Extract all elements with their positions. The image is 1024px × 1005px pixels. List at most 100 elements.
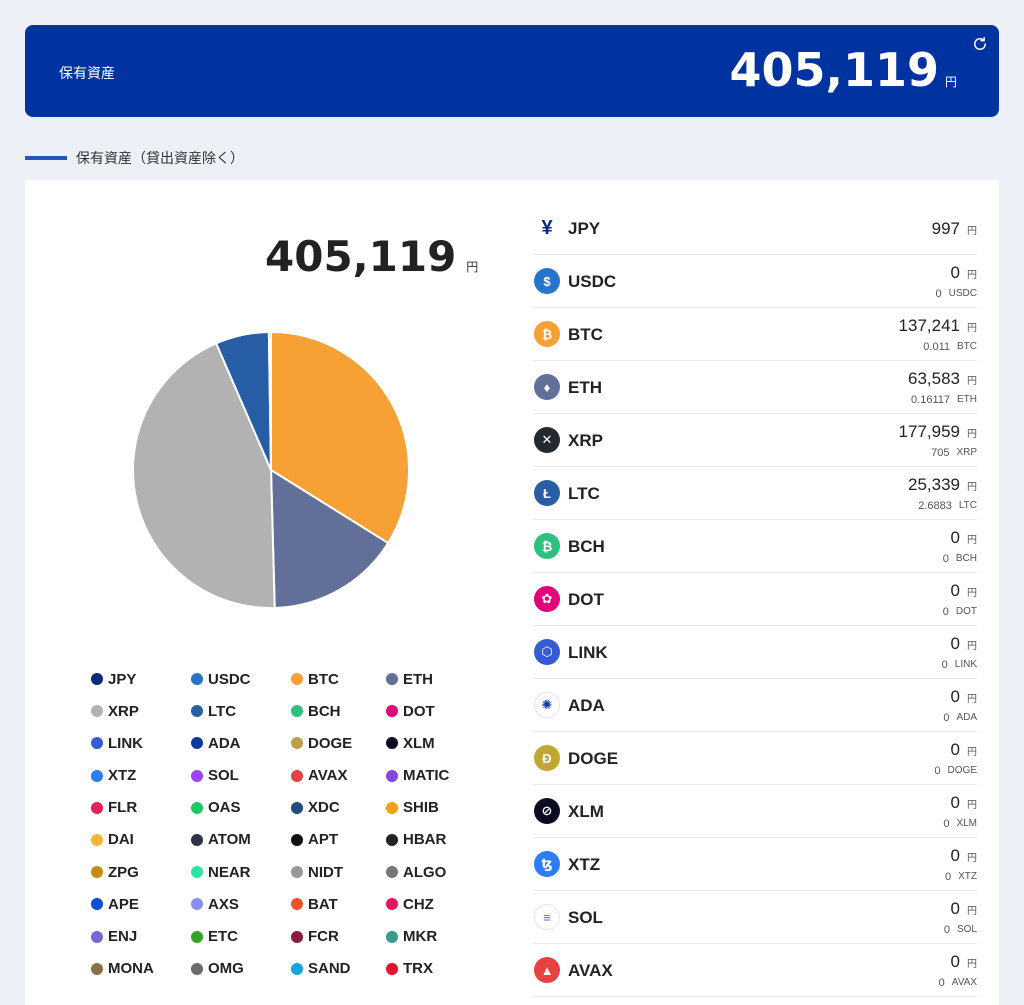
- legend-label: FCR: [308, 928, 339, 945]
- asset-quantity-unit: USDC: [948, 288, 977, 299]
- asset-row-link[interactable]: ⬡ LINK 0 円 0 LINK: [534, 626, 977, 679]
- asset-yen-unit: 円: [967, 535, 977, 546]
- legend-item[interactable]: APE: [91, 895, 191, 913]
- legend-item[interactable]: CHZ: [386, 895, 486, 913]
- legend-item[interactable]: ATOM: [191, 831, 291, 849]
- legend-color-dot: [191, 898, 203, 911]
- legend-item[interactable]: APT: [291, 831, 386, 849]
- legend-color-dot: [291, 930, 303, 943]
- asset-quantity-unit: ETH: [957, 394, 977, 405]
- legend-item[interactable]: XTZ: [91, 767, 191, 785]
- asset-yen-unit: 円: [967, 853, 977, 864]
- legend-item[interactable]: MKR: [386, 928, 486, 946]
- legend-item[interactable]: BAT: [291, 895, 386, 913]
- legend-item[interactable]: NEAR: [191, 863, 291, 881]
- xrp-icon: ✕: [534, 427, 560, 453]
- legend-item[interactable]: ALGO: [386, 863, 486, 881]
- legend-item[interactable]: MONA: [91, 960, 191, 978]
- asset-quantity-unit: SOL: [956, 924, 977, 935]
- legend-label: HBAR: [403, 831, 447, 849]
- legend-item[interactable]: FLR: [91, 799, 191, 817]
- legend-item[interactable]: SHIB: [386, 799, 486, 817]
- legend-item[interactable]: XLM: [386, 734, 486, 752]
- legend-label: XLM: [403, 734, 435, 752]
- asset-jpy-value: 137,241: [898, 316, 960, 335]
- legend-color-dot: [91, 866, 103, 879]
- legend-item[interactable]: XDC: [291, 799, 386, 817]
- legend-label: ETC: [208, 928, 238, 945]
- legend-item[interactable]: OAS: [191, 799, 291, 817]
- legend-item[interactable]: AXS: [191, 895, 291, 913]
- legend-color-dot: [291, 705, 303, 718]
- legend-item[interactable]: TRX: [386, 960, 486, 978]
- legend-item[interactable]: BTC: [291, 670, 386, 688]
- asset-quantity-group: 0 DOGE: [934, 765, 977, 777]
- asset-row-xrp[interactable]: ✕ XRP 177,959 円 705 XRP: [534, 414, 977, 467]
- asset-quantity-unit: DOGE: [947, 765, 977, 776]
- legend-color-dot: [91, 673, 103, 685]
- legend-label: BAT: [308, 895, 338, 913]
- banner-amount: 405,119: [729, 43, 939, 97]
- legend-item[interactable]: XRP: [91, 702, 191, 720]
- legend-item[interactable]: DOT: [386, 702, 486, 720]
- legend-item[interactable]: DAI: [91, 831, 191, 849]
- legend-label: JPY: [108, 670, 137, 688]
- legend-color-dot: [386, 737, 398, 750]
- asset-row-doge[interactable]: Ð DOGE 0 円 0 DOGE: [534, 732, 977, 785]
- asset-row-ada[interactable]: ✺ ADA 0 円 0 ADA: [534, 679, 977, 732]
- legend-item[interactable]: LTC: [191, 702, 291, 720]
- asset-quantity-group: 0 LINK: [942, 659, 977, 671]
- legend-label: OMG: [208, 960, 244, 978]
- asset-row-xlm[interactable]: ⊘ XLM 0 円 0 XLM: [534, 785, 977, 838]
- asset-row-eth[interactable]: ♦ ETH 63,583 円 0.16117 ETH: [534, 361, 977, 414]
- legend-item[interactable]: FCR: [291, 928, 386, 946]
- asset-jpy-value: 0: [950, 263, 960, 282]
- legend-item[interactable]: ZPG: [91, 863, 191, 881]
- legend-item[interactable]: OMG: [191, 960, 291, 978]
- asset-row-usdc[interactable]: $ USDC 0 円 0 USDC: [534, 255, 977, 308]
- asset-yen-unit: 円: [967, 226, 977, 237]
- legend-item[interactable]: ENJ: [91, 928, 191, 946]
- legend-item[interactable]: BCH: [291, 702, 386, 720]
- legend-item[interactable]: ADA: [191, 734, 291, 752]
- asset-jpy-value-group: 0円: [951, 263, 977, 283]
- legend-label: XRP: [108, 702, 139, 720]
- legend-item[interactable]: NIDT: [291, 863, 386, 881]
- asset-row-sol[interactable]: ≡ SOL 0 円 0 SOL: [534, 891, 977, 944]
- asset-row-xtz[interactable]: ꜩ XTZ 0 円 0 XTZ: [534, 838, 977, 891]
- legend-label: USDC: [208, 670, 251, 688]
- legend-item[interactable]: ETH: [386, 670, 486, 688]
- legend-item[interactable]: MATIC: [386, 767, 486, 785]
- total-unit: 円: [466, 260, 479, 274]
- asset-symbol: LINK: [568, 643, 608, 662]
- legend-label: ALGO: [403, 863, 447, 881]
- legend-item[interactable]: AVAX: [291, 767, 386, 785]
- asset-row-avax[interactable]: ▲ AVAX 0 円 0 AVAX: [534, 944, 977, 997]
- refresh-icon[interactable]: [971, 35, 989, 53]
- legend-color-dot: [386, 833, 398, 846]
- asset-row-btc[interactable]: ₿ BTC 137,241 円 0.011 BTC: [534, 308, 977, 361]
- legend-item[interactable]: LINK: [91, 734, 191, 752]
- asset-row-dot[interactable]: ✿ DOT 0 円 0 DOT: [534, 573, 977, 626]
- asset-row-jpy[interactable]: ¥ JPY 997 円: [534, 202, 977, 255]
- legend-item[interactable]: SAND: [291, 960, 386, 978]
- asset-row-bch[interactable]: ₿ BCH 0 円 0 BCH: [534, 520, 977, 573]
- legend-color-dot: [91, 801, 103, 814]
- legend-item[interactable]: ETC: [191, 928, 291, 946]
- legend-item[interactable]: USDC: [191, 670, 291, 688]
- asset-symbol: XTZ: [568, 855, 601, 874]
- legend-item[interactable]: HBAR: [386, 831, 486, 849]
- asset-list: ¥ JPY 997 円 $ USDC 0 円 0 USDC ₿ BTC 137,241 円 0.011 BTC…: [534, 202, 977, 997]
- legend-label: NIDT: [308, 863, 343, 881]
- asset-jpy-value-group: 997 円: [932, 219, 977, 239]
- legend-color-dot: [386, 898, 398, 911]
- legend-item[interactable]: DOGE: [291, 734, 386, 752]
- legend-item[interactable]: SOL: [191, 767, 291, 785]
- asset-quantity-group: 0 DOT: [943, 606, 977, 618]
- legend-color-dot: [291, 962, 303, 975]
- asset-row-ltc[interactable]: Ł LTC 25,339 円 2.6883 LTC: [534, 467, 977, 520]
- asset-quantity-unit: BCH: [955, 553, 977, 564]
- legend-item[interactable]: JPY: [91, 670, 191, 688]
- asset-jpy-value-group: 0円: [951, 793, 977, 813]
- legend-color-dot: [386, 801, 398, 814]
